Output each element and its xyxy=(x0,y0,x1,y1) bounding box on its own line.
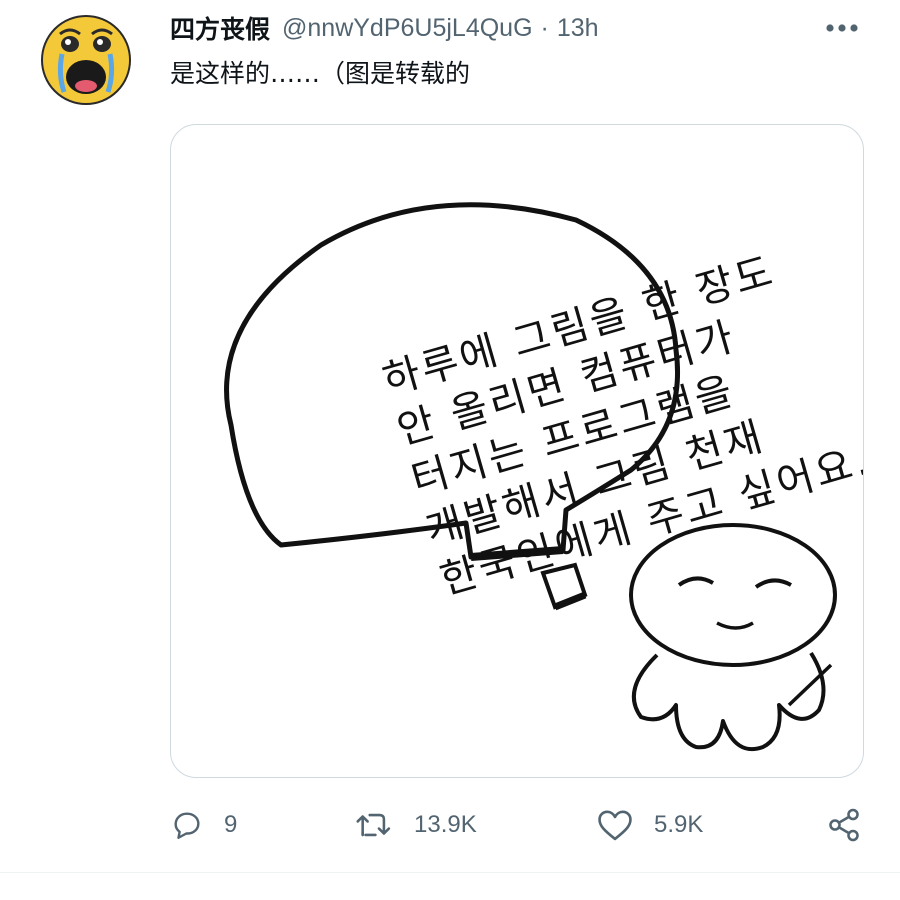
retweet-icon xyxy=(356,813,391,837)
display-name[interactable]: 四方丧假 xyxy=(170,10,270,46)
crying-emoji-avatar-icon xyxy=(41,15,131,105)
more-options-button[interactable] xyxy=(824,12,860,44)
retweet-button[interactable]: 13.9K xyxy=(354,800,477,850)
share-icon xyxy=(829,808,859,842)
like-button[interactable]: 5.9K xyxy=(596,800,703,850)
character-head xyxy=(629,523,837,667)
separator-dot: · xyxy=(540,13,549,42)
user-handle[interactable]: @nnwYdP6U5jL4QuG xyxy=(282,14,533,43)
heart-icon xyxy=(598,810,632,841)
tweet-media-image[interactable]: 하루에 그림을 한 장도 안 올리면 컴퓨터가 터지는 프로그램을 개발해서 그… xyxy=(170,124,864,778)
reply-button[interactable]: 9 xyxy=(170,800,237,850)
tweet-divider xyxy=(0,872,900,873)
reply-icon xyxy=(174,812,200,839)
reply-count: 9 xyxy=(224,811,238,838)
tweet-header: 四方丧假 @nnwYdP6U5jL4QuG · 13h xyxy=(170,8,870,48)
like-count: 5.9K xyxy=(654,811,704,838)
more-horizontal-icon xyxy=(826,24,858,32)
tweet-text: 是这样的……（图是转载的 xyxy=(170,59,471,88)
tweet-actions-bar: 9 13.9K 5.9K xyxy=(170,800,870,850)
share-button[interactable] xyxy=(826,800,862,850)
retweet-count: 13.9K xyxy=(414,811,477,838)
timestamp[interactable]: 13h xyxy=(557,14,599,43)
avatar[interactable] xyxy=(40,14,132,106)
